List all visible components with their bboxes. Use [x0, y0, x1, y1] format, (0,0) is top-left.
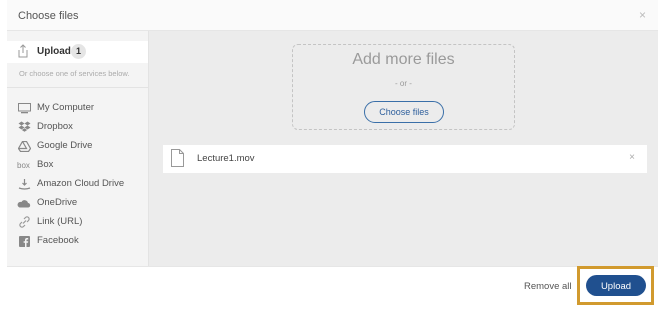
sidebar-item-dropbox[interactable]: Dropbox — [7, 118, 148, 136]
monitor-icon — [17, 102, 31, 114]
sidebar-item-my-computer[interactable]: My Computer — [7, 99, 148, 117]
sidebar-item-label: Google Drive — [37, 140, 93, 151]
sidebar-item-label: My Computer — [37, 102, 95, 113]
upload-count-badge: 1 — [71, 44, 86, 59]
remove-all-button[interactable]: Remove all — [524, 281, 572, 292]
file-name: Lecture1.mov — [197, 153, 255, 164]
sidebar-item-label: Amazon Cloud Drive — [37, 178, 125, 189]
upload-button[interactable]: Upload — [586, 275, 646, 296]
dropbox-icon — [17, 121, 31, 133]
sidebar-item-google-drive[interactable]: Google Drive — [7, 137, 148, 155]
drop-zone-or: - or - — [395, 79, 412, 88]
upload-icon — [18, 44, 28, 58]
services-hint: Or choose one of services below. — [19, 69, 130, 78]
sidebar-item-link-url[interactable]: Link (URL) — [7, 213, 148, 231]
divider — [7, 87, 148, 88]
link-icon — [17, 216, 31, 228]
sidebar-item-box[interactable]: box Box — [7, 156, 148, 174]
amazon-cloud-drive-icon — [17, 178, 31, 190]
box-icon: box — [17, 160, 30, 170]
drop-zone[interactable]: Add more files - or - Choose files — [292, 44, 515, 130]
sidebar-item-facebook[interactable]: Facebook — [7, 232, 148, 250]
facebook-icon — [17, 235, 31, 247]
sidebar-item-upload[interactable]: Upload 1 — [7, 41, 148, 63]
close-icon[interactable]: × — [639, 8, 646, 22]
dialog-header: Choose files × — [7, 0, 658, 31]
drop-zone-heading: Add more files — [352, 51, 455, 68]
dialog-footer: Remove all — [7, 266, 658, 308]
file-icon — [171, 149, 184, 167]
upload-panel: Add more files - or - Choose files Lectu… — [149, 31, 658, 266]
dialog-title: Choose files — [18, 10, 79, 22]
sidebar-item-label: OneDrive — [37, 197, 78, 208]
onedrive-icon — [17, 197, 31, 209]
sidebar-item-label: Upload — [37, 46, 71, 57]
sidebar-item-label: Link (URL) — [37, 216, 83, 227]
sidebar-item-label: Facebook — [37, 235, 79, 246]
sidebar-item-onedrive[interactable]: OneDrive — [7, 194, 148, 212]
file-picker-dialog: Choose files × Upload 1 Or choose one of… — [7, 0, 658, 308]
google-drive-icon — [17, 140, 31, 152]
remove-file-icon[interactable]: × — [629, 152, 635, 163]
choose-files-button[interactable]: Choose files — [364, 101, 444, 123]
sidebar-item-label: Dropbox — [37, 121, 73, 132]
sidebar-item-amazon-cloud-drive[interactable]: Amazon Cloud Drive — [7, 175, 148, 193]
sidebar: Upload 1 Or choose one of services below… — [7, 31, 149, 266]
file-list-item: Lecture1.mov × — [163, 145, 647, 173]
sidebar-item-label: Box — [37, 159, 54, 170]
